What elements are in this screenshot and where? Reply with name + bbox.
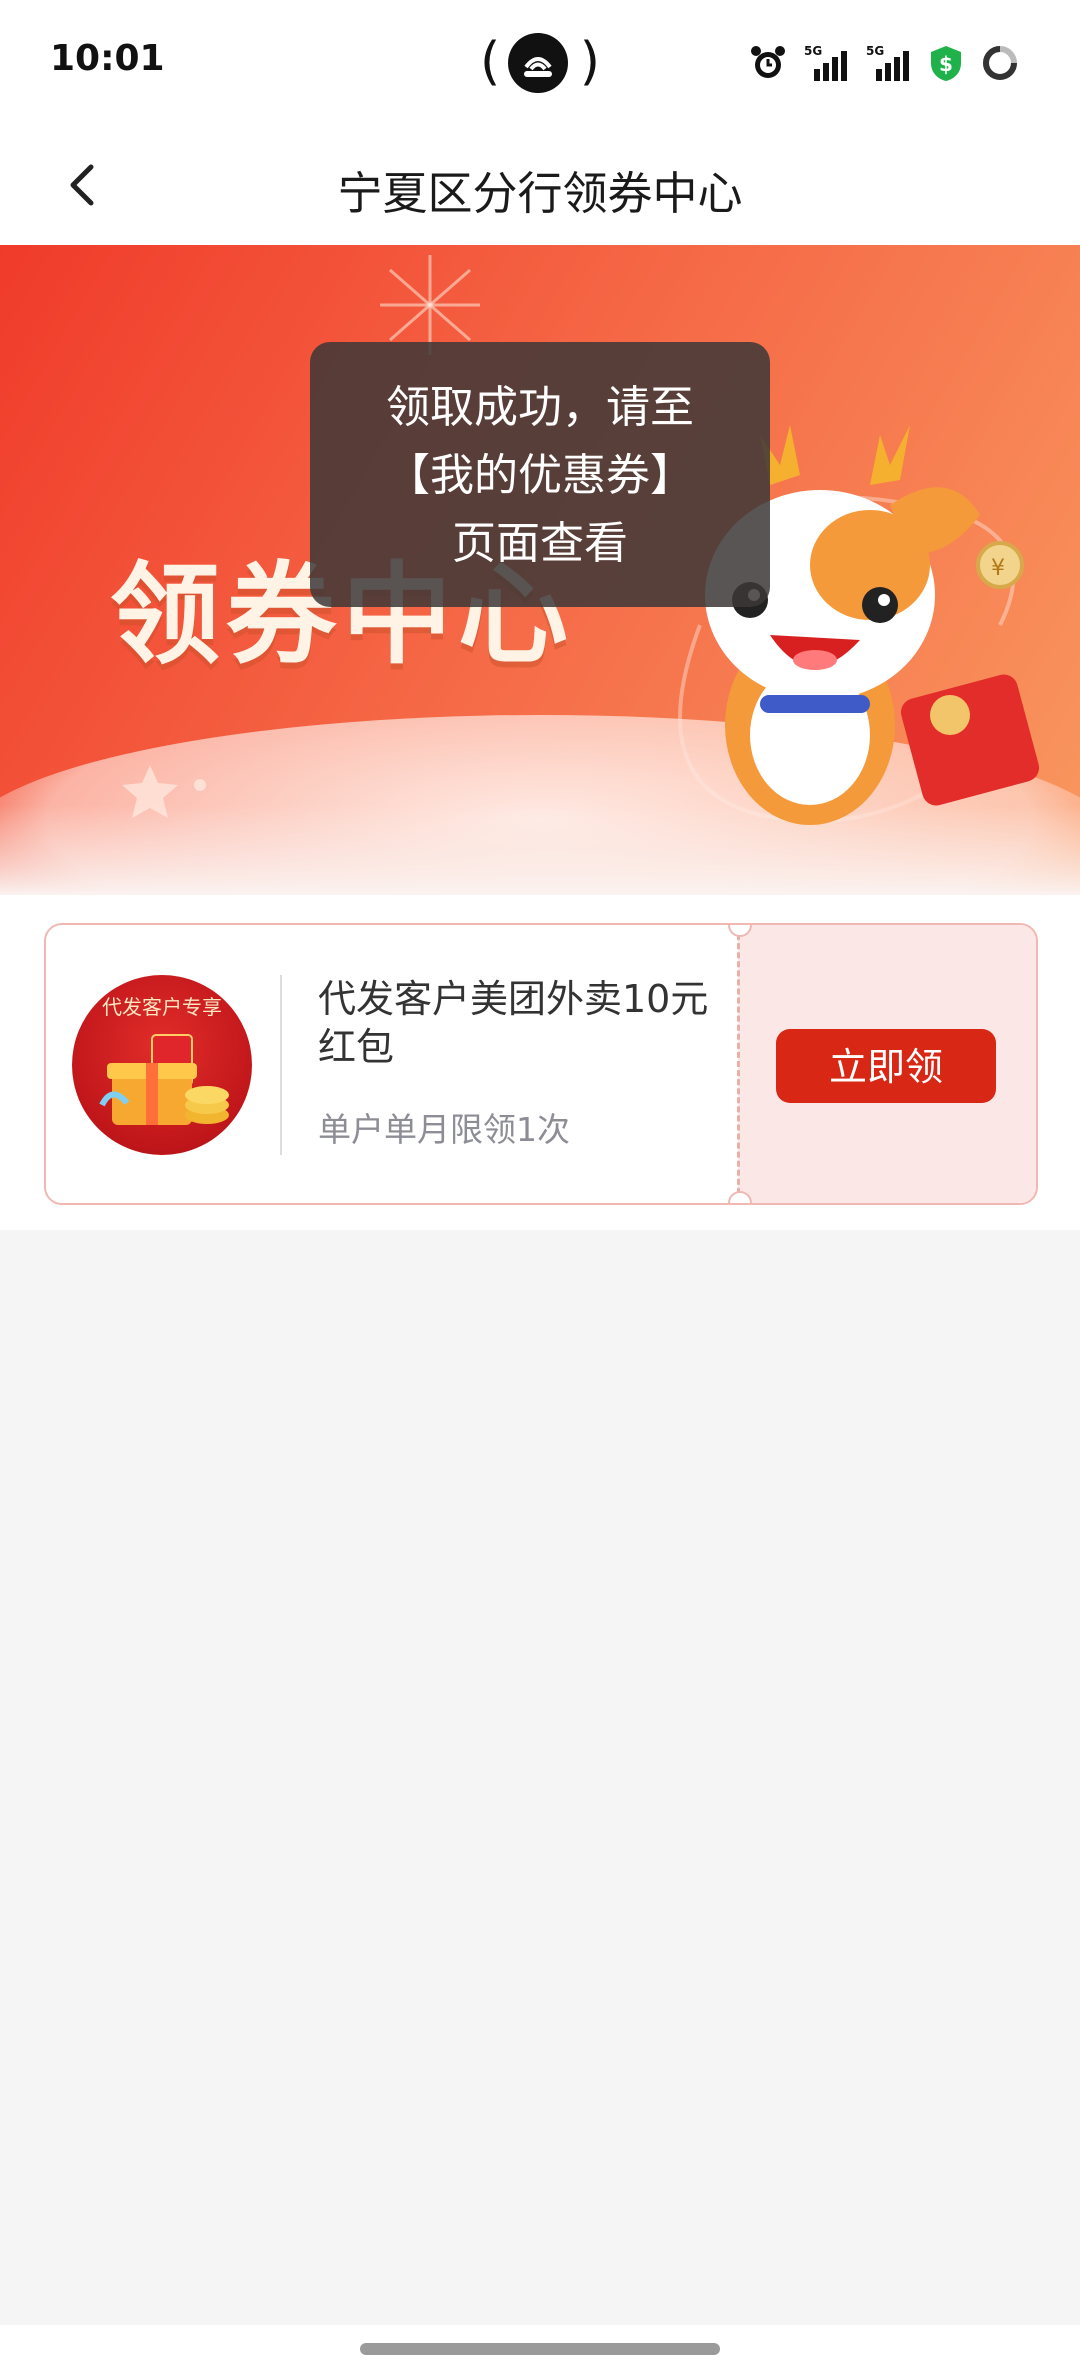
signal-5g-icon: 5G [802, 43, 850, 83]
svg-text:$: $ [939, 52, 953, 76]
nav-header: 宁夏区分行领券中心 [0, 125, 1080, 245]
success-toast: 领取成功，请至 【我的优惠券】 页面查看 [310, 342, 770, 607]
coupon-limit: 单户单月限领1次 [318, 1110, 570, 1149]
dynamic-island: ( ) [480, 32, 600, 93]
toast-line-3: 页面查看 [452, 518, 628, 569]
svg-text:5G: 5G [866, 44, 884, 58]
svg-text:¥: ¥ [991, 556, 1005, 581]
page-title: 宁夏区分行领券中心 [337, 167, 743, 220]
status-bar: 10:01 ( ) 5G 5G $ [0, 0, 1080, 125]
status-time: 10:01 [50, 38, 165, 79]
toast-line-2: 【我的优惠券】 [386, 450, 694, 501]
claim-button[interactable]: 立即领 [776, 1029, 996, 1103]
coupon-card: 代发客户专享 代发客户美团外卖10元红包 单户单月限领1次 立即领 [44, 923, 1038, 1205]
toast-line-1: 领取成功，请至 [386, 382, 694, 433]
svg-text:5G: 5G [804, 44, 822, 58]
status-icons: 5G 5G $ [748, 40, 1020, 86]
security-shield-icon: $ [926, 43, 966, 83]
signal-5g-icon: 5G [864, 43, 912, 83]
coupon-list: 代发客户专享 代发客户美团外卖10元红包 单户单月限领1次 立即领 [0, 895, 1080, 1230]
alarm-icon [748, 43, 788, 83]
loading-ring-icon [980, 43, 1020, 83]
coupon-image: 代发客户专享 [72, 975, 252, 1155]
gift-box-icon [99, 1034, 229, 1125]
coupon-title: 代发客户美团外卖10元红包 [318, 977, 709, 1069]
home-indicator[interactable] [360, 2343, 720, 2355]
hotspot-icon [508, 33, 568, 93]
